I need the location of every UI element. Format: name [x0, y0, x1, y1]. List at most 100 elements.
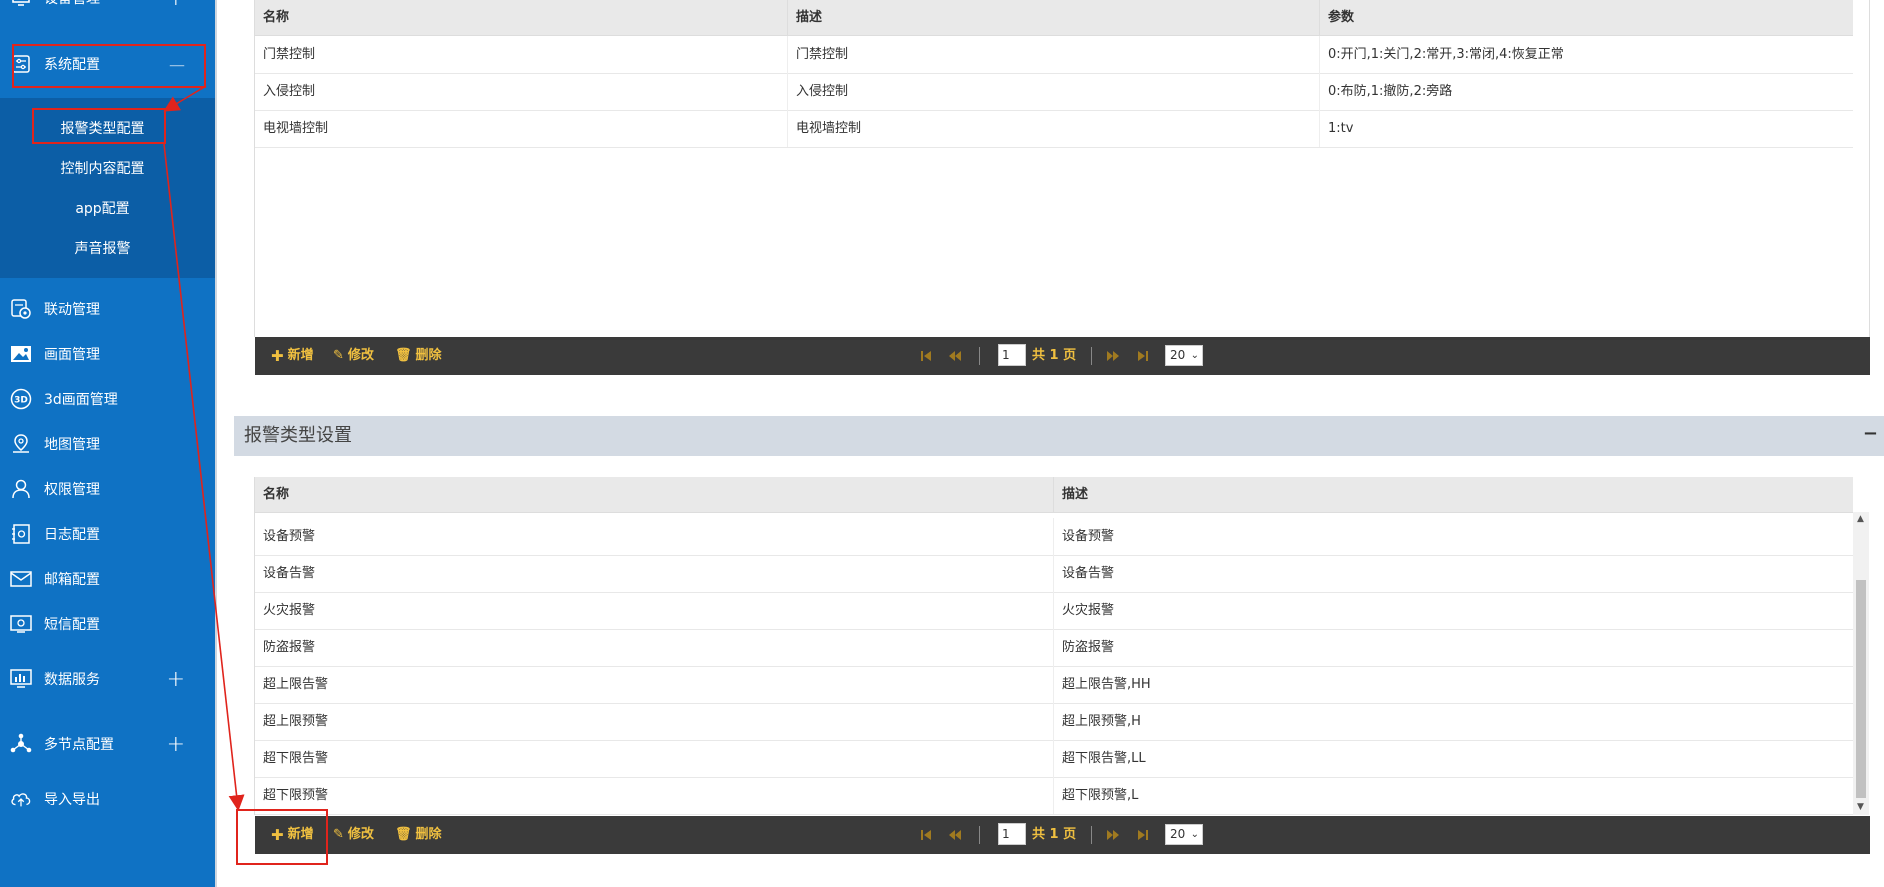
table-row[interactable]: 防盗报警 防盗报警 [255, 629, 1853, 667]
table-row[interactable]: 超上限告警 超上限告警,HH [255, 666, 1853, 704]
add-button[interactable]: ✚ 新增 [271, 816, 314, 854]
expand-icon[interactable]: + [167, 667, 185, 692]
scroll-down-icon[interactable]: ▼ [1857, 802, 1864, 812]
submenu-item-sound-alarm[interactable]: 声音报警 [0, 228, 205, 268]
column-header-params[interactable]: 参数 [1319, 0, 1853, 35]
sidebar-item-log[interactable]: 日志配置 [0, 514, 215, 554]
collapse-icon[interactable]: − [1863, 416, 1878, 456]
scroll-up-icon[interactable]: ▲ [1857, 514, 1864, 524]
table-row[interactable]: 火灾报警 火灾报警 [255, 592, 1853, 630]
delete-button[interactable]: 🗑 删除 [395, 816, 442, 854]
separator [1091, 826, 1092, 844]
table-row[interactable]: 入侵控制 入侵控制 0:布防,1:撤防,2:旁路 [255, 73, 1853, 111]
sidebar-item-data-service[interactable]: 数据服务 + [0, 659, 215, 699]
table-border [254, 0, 255, 337]
page-size-select[interactable]: 20 ⌄ [1165, 345, 1203, 366]
table-row[interactable]: 超下限告警 超下限告警,LL [255, 740, 1853, 778]
cell-desc: 超下限告警,LL [1053, 740, 1853, 777]
column-header-desc[interactable]: 描述 [787, 0, 1319, 35]
sidebar-item-linkage[interactable]: 联动管理 [0, 289, 215, 329]
add-button[interactable]: ✚ 新增 [271, 337, 314, 375]
sidebar-item-device-management[interactable]: 设备管理 + [0, 0, 215, 18]
sidebar-item-picture[interactable]: 画面管理 [0, 334, 215, 374]
expand-icon[interactable]: + [167, 0, 185, 11]
cell-name: 超下限告警 [263, 751, 329, 766]
column-header-name[interactable]: 名称 [255, 477, 1053, 512]
page-number-input[interactable]: 1 [998, 344, 1026, 366]
sidebar-item-map[interactable]: 地图管理 [0, 424, 215, 464]
sidebar-item-mail[interactable]: 邮箱配置 [0, 559, 215, 599]
next-page-icon[interactable] [1106, 828, 1120, 842]
separator [979, 347, 980, 365]
last-page-icon[interactable] [1136, 828, 1150, 842]
prev-page-icon[interactable] [948, 349, 962, 363]
cell-name: 设备告警 [263, 566, 316, 581]
chevron-down-icon: ⌄ [1190, 350, 1199, 361]
sidebar-item-multi-node[interactable]: 多节点配置 + [0, 724, 215, 764]
prev-page-icon[interactable] [948, 828, 962, 842]
system-config-submenu: 报警类型配置 控制内容配置 app配置 声音报警 [0, 98, 215, 278]
sidebar-scrollbar[interactable] [215, 0, 217, 887]
sidebar-item-label: 系统配置 [44, 57, 100, 73]
next-page-icon[interactable] [1106, 349, 1120, 363]
sidebar-item-label: 邮箱配置 [44, 572, 100, 588]
sidebar-item-label: 日志配置 [44, 527, 100, 543]
sms-icon [10, 613, 32, 635]
table-row[interactable]: 设备预警 设备预警 [255, 518, 1853, 556]
scrollbar-thumb[interactable] [1856, 580, 1866, 798]
cell-params: 0:开门,1:关门,2:常开,3:常闭,4:恢复正常 [1319, 36, 1853, 73]
cell-params: 0:布防,1:撤防,2:旁路 [1319, 73, 1853, 110]
sidebar-item-label: 导入导出 [44, 792, 100, 808]
cell-name: 门禁控制 [263, 47, 316, 62]
cell-params: 1:tv [1319, 110, 1853, 147]
separator [1091, 347, 1092, 365]
alarm-table-scrollbar[interactable]: ▲ ▼ [1853, 512, 1869, 815]
cloud-icon [10, 788, 32, 810]
alarm-type-section-header: 报警类型设置 − [234, 416, 1884, 456]
sidebar-item-label: 画面管理 [44, 347, 100, 363]
submenu-item-control-content-config[interactable]: 控制内容配置 [0, 148, 205, 188]
plus-icon: ✚ [271, 826, 284, 844]
page-number-input[interactable]: 1 [998, 823, 1026, 845]
edit-button[interactable]: ✎ 修改 [333, 816, 374, 854]
last-page-icon[interactable] [1136, 349, 1150, 363]
sidebar-item-label: 设备管理 [44, 0, 100, 8]
collapse-icon[interactable]: — [169, 55, 185, 74]
page-size-select[interactable]: 20 ⌄ [1165, 824, 1203, 845]
cell-name: 入侵控制 [263, 84, 316, 99]
separator [979, 826, 980, 844]
table-row[interactable]: 设备告警 设备告警 [255, 555, 1853, 593]
control-table-header: 名称 描述 参数 [255, 0, 1853, 36]
submenu-item-alarm-type-config[interactable]: 报警类型配置 [0, 108, 205, 148]
first-page-icon[interactable] [919, 349, 933, 363]
sidebar-item-import-export[interactable]: 导入导出 [0, 779, 215, 819]
column-header-desc[interactable]: 描述 [1053, 477, 1853, 512]
sidebar: 设备管理 + 系统配置 — 报警类型配置 控制内容配置 app配置 声音报警 联… [0, 0, 215, 887]
sidebar-item-label: 数据服务 [44, 672, 100, 688]
cell-desc: 电视墙控制 [787, 110, 1319, 147]
sidebar-item-label: 短信配置 [44, 617, 100, 633]
control-table-pager: ✚ 新增 ✎ 修改 🗑 删除 1 共 1 页 20 ⌄ [255, 337, 1870, 375]
delete-button[interactable]: 🗑 删除 [395, 337, 442, 375]
trash-icon: 🗑 [395, 348, 412, 363]
sidebar-item-3d-picture[interactable]: 3D 3d画面管理 [0, 379, 215, 419]
column-header-name[interactable]: 名称 [255, 0, 787, 35]
table-row[interactable]: 电视墙控制 电视墙控制 1:tv [255, 110, 1853, 148]
cell-desc: 防盗报警 [1053, 629, 1853, 666]
submenu-item-app-config[interactable]: app配置 [0, 188, 205, 228]
first-page-icon[interactable] [919, 828, 933, 842]
expand-icon[interactable]: + [167, 732, 185, 757]
total-pages-label: 共 1 页 [1032, 827, 1077, 842]
table-row[interactable]: 门禁控制 门禁控制 0:开门,1:关门,2:常开,3:常闭,4:恢复正常 [255, 36, 1853, 74]
monitor-icon [10, 668, 32, 690]
edit-button[interactable]: ✎ 修改 [333, 337, 374, 375]
sidebar-item-sms[interactable]: 短信配置 [0, 604, 215, 644]
sidebar-item-system-config[interactable]: 系统配置 — [0, 44, 215, 84]
mail-icon [10, 568, 32, 590]
cell-name: 火灾报警 [263, 603, 316, 618]
sidebar-item-label: 3d画面管理 [44, 392, 118, 408]
table-row[interactable]: 超上限预警 超上限预警,H [255, 703, 1853, 741]
table-row[interactable]: 超下限预警 超下限预警,L [255, 777, 1853, 815]
trash-icon: 🗑 [395, 827, 412, 842]
sidebar-item-permission[interactable]: 权限管理 [0, 469, 215, 509]
